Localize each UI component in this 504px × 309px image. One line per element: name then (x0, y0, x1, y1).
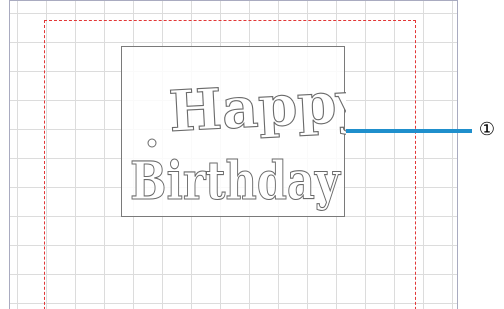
design-text-line-1: Happy (167, 69, 346, 145)
design-text-line-2: Birthday (130, 151, 341, 212)
callout-number: ① (478, 119, 496, 140)
canvas-screen: Happy Birthday ① (0, 0, 504, 309)
design-text-graphic: Happy Birthday (129, 68, 346, 213)
callout-line (346, 129, 472, 133)
design-object[interactable]: Happy Birthday (121, 46, 346, 217)
design-decoration-dot (147, 138, 157, 148)
